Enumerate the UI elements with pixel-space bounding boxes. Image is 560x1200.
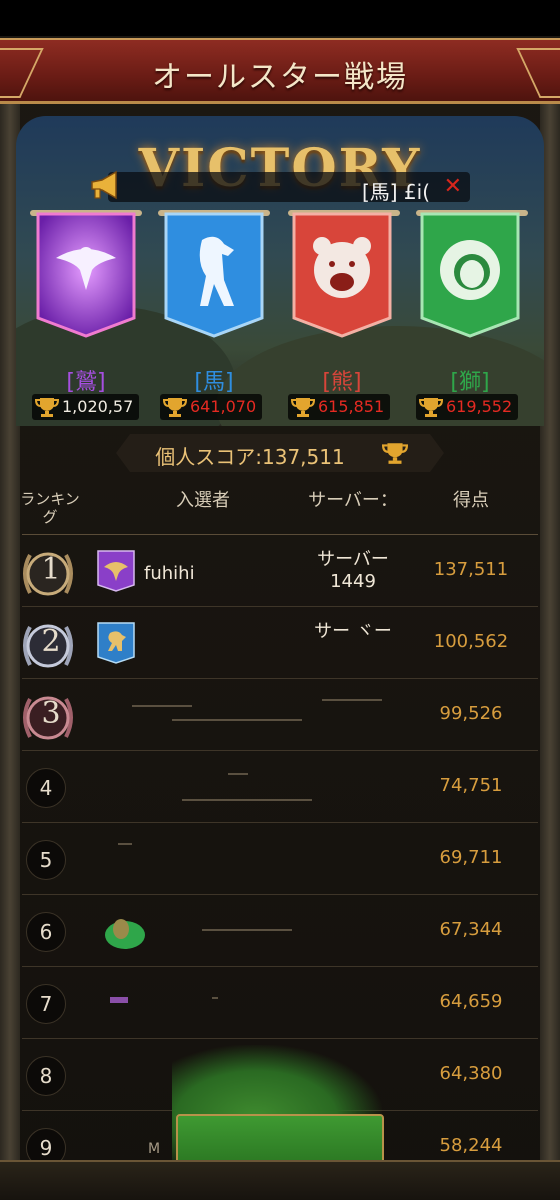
ranking-row[interactable]: 7 64,659 (22, 966, 538, 1038)
server-number: 1449 (330, 571, 376, 592)
column-header-candidate: 入選者 (176, 490, 230, 511)
blurred-name (228, 773, 248, 775)
blurred-name (202, 929, 292, 931)
team-score-value: 615,851 (318, 397, 385, 416)
rank-number: 2 (41, 624, 61, 659)
trophy-icon (419, 398, 443, 417)
ranking-row[interactable]: 4 74,751 (22, 750, 538, 822)
team-score-value: 619,552 (446, 397, 513, 416)
team-score-lion: 619,552 (416, 394, 519, 420)
team-score-eagle: 1,020,57 (32, 394, 140, 420)
bottom-frame-bar (0, 1160, 560, 1200)
rank-number: 7 (26, 984, 66, 1024)
megaphone-icon[interactable] (86, 168, 122, 204)
ranking-row[interactable]: 5 69,711 (22, 822, 538, 894)
player-score: 99,526 (439, 703, 503, 724)
player-name: fuhihi (144, 563, 195, 584)
player-score: 58,244 (439, 1135, 503, 1156)
bear-team-flag[interactable] (292, 210, 392, 340)
player-score: 64,659 (439, 991, 503, 1012)
ranking-row[interactable]: 3 99,526 (22, 678, 538, 750)
player-score: 137,511 (433, 559, 509, 580)
personal-score-label: 個人スコア:137,511 (155, 445, 345, 469)
chat-ticker[interactable]: [馬] £i( ✕ (108, 172, 470, 204)
rank-number: 5 (26, 840, 66, 880)
player-score: 69,711 (439, 847, 503, 868)
player-server: サー ヾー (298, 621, 408, 643)
blurred-server (322, 699, 382, 701)
team-score-value: 641,070 (190, 397, 257, 416)
rank-number: 1 (41, 552, 61, 587)
lion-emblem-icon (105, 919, 145, 949)
rank-number: 8 (26, 1056, 66, 1096)
column-header-server: サーバー： (308, 490, 398, 511)
rank-number: 3 (41, 696, 61, 731)
trophy-icon (291, 398, 315, 417)
title-banner: オールスター戦場 (0, 38, 560, 104)
lion-team-flag[interactable] (420, 210, 520, 340)
player-score: 100,562 (433, 631, 509, 652)
team-score-bear: 615,851 (288, 394, 391, 420)
chat-message: [馬] £i( (361, 180, 430, 204)
player-score: 67,344 (439, 919, 503, 940)
player-name: M (148, 1141, 161, 1157)
blurred-name (182, 799, 312, 801)
ranking-row[interactable]: 2 サー ヾー 100,562 (22, 606, 538, 678)
blurred-name (118, 843, 132, 845)
horse-banner-icon (97, 622, 135, 664)
column-header-rank: ランキング (20, 490, 80, 526)
eagle-banner-icon (97, 550, 135, 592)
rank-number: 4 (26, 768, 66, 808)
player-server: サーバー 1449 (298, 549, 408, 593)
trophy-icon (35, 398, 59, 417)
team-name-lion: [獅] (450, 370, 490, 395)
status-bar (0, 0, 560, 36)
team-score-horse: 641,070 (160, 394, 263, 420)
player-score: 64,380 (439, 1063, 503, 1084)
blurred-name (172, 719, 302, 721)
column-header-score: 得点 (453, 490, 489, 511)
team-name-bear: [熊] (322, 370, 362, 395)
page-title: オールスター戦場 (152, 60, 408, 95)
rank-number: 6 (26, 912, 66, 952)
blurred-emblem (110, 997, 128, 1003)
team-name-horse: [馬] (194, 370, 234, 395)
ranking-row[interactable]: 1 fuhihi サーバー 1449 137,511 (22, 534, 538, 606)
team-score-value: 1,020,57 (62, 397, 134, 416)
player-score: 74,751 (439, 775, 503, 796)
blurred-name (132, 705, 192, 707)
trophy-icon (382, 441, 408, 465)
blurred-name (212, 997, 218, 999)
horse-team-flag[interactable] (164, 210, 264, 340)
ranking-row[interactable]: 6 67,344 (22, 894, 538, 966)
personal-score-banner: 個人スコア:137,511 (116, 434, 444, 472)
server-label: サーバー (317, 549, 389, 570)
server-label: サー ヾー (314, 621, 392, 642)
trophy-icon (163, 398, 187, 417)
team-name-eagle: [鷲] (66, 370, 106, 395)
close-x-icon[interactable]: ✕ (444, 174, 462, 199)
eagle-team-flag[interactable] (36, 210, 136, 340)
